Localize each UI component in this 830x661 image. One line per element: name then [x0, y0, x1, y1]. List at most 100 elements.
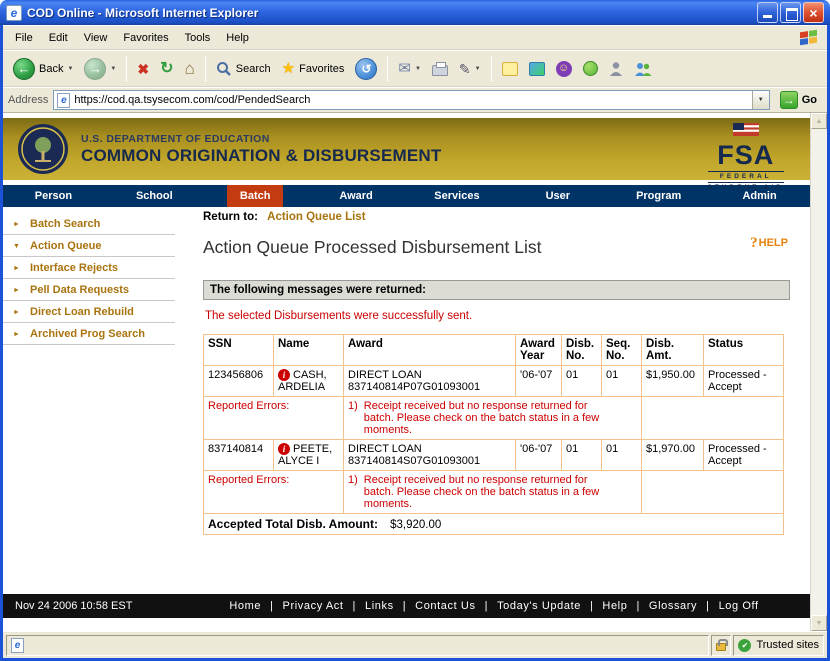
address-dropdown-icon[interactable]: ▼: [752, 91, 769, 109]
action-queue-list-link[interactable]: Action Queue List: [267, 211, 365, 223]
forward-button[interactable]: → ▼: [80, 56, 120, 82]
chevron-right-icon: ►: [13, 331, 22, 338]
return-to-label: Return to:: [203, 211, 258, 223]
maximize-button[interactable]: [780, 2, 801, 23]
error-message-cell: 1) Receipt received but no response retu…: [344, 471, 642, 514]
col-award: Award: [344, 335, 516, 366]
print-button[interactable]: [428, 59, 452, 78]
menu-tools[interactable]: Tools: [177, 28, 219, 48]
footer-link-todays-update[interactable]: Today's Update: [497, 600, 581, 612]
footer-link-glossary[interactable]: Glossary: [649, 600, 697, 612]
col-disb-amt: Disb. Amt.: [642, 335, 704, 366]
address-box[interactable]: e ▼: [53, 90, 769, 110]
cell-seq-no: 01: [602, 440, 642, 471]
sidebar-item-interface-rejects[interactable]: ► Interface Rejects: [3, 257, 175, 279]
total-value: $3,920.00: [390, 519, 441, 531]
nav-tab-services[interactable]: Services: [407, 185, 508, 207]
scroll-down-icon[interactable]: ▼: [811, 615, 827, 631]
nav-tab-award[interactable]: Award: [306, 185, 407, 207]
footer-link-home[interactable]: Home: [229, 600, 261, 612]
person-icon: [609, 61, 623, 77]
people-icon: [634, 61, 652, 77]
favorites-label: Favorites: [299, 63, 344, 75]
chevron-right-icon: ►: [13, 221, 22, 228]
discuss-icon: [502, 62, 518, 76]
minimize-button[interactable]: [757, 2, 778, 23]
menu-favorites[interactable]: Favorites: [115, 28, 176, 48]
contacts-button[interactable]: [630, 59, 656, 79]
menu-edit[interactable]: Edit: [41, 28, 76, 48]
footer-link-privacy-act[interactable]: Privacy Act: [283, 600, 344, 612]
yahoo-messenger-button[interactable]: ☺: [552, 59, 576, 79]
status-bar: e ✔ Trusted sites: [3, 631, 827, 658]
icq-button[interactable]: [579, 59, 602, 78]
sidebar-item-direct-loan-rebuild[interactable]: ► Direct Loan Rebuild: [3, 301, 175, 323]
menu-file[interactable]: File: [7, 28, 41, 48]
security-zone-panel[interactable]: ✔ Trusted sites: [733, 635, 824, 656]
address-label: Address: [8, 94, 48, 106]
nav-tab-user[interactable]: User: [507, 185, 608, 207]
scroll-up-icon[interactable]: ▲: [811, 113, 827, 129]
favorites-star-icon: ★: [282, 61, 295, 76]
search-icon: [216, 61, 232, 77]
sidebar-item-archived-prog-search[interactable]: ► Archived Prog Search: [3, 323, 175, 345]
messenger-button[interactable]: [525, 60, 549, 78]
print-icon: [432, 65, 448, 76]
home-button[interactable]: ⌂: [181, 58, 199, 79]
menu-help[interactable]: Help: [218, 28, 257, 48]
toolbar-separator: [126, 56, 127, 82]
footer-link-help[interactable]: Help: [602, 600, 627, 612]
research-button[interactable]: [605, 59, 627, 79]
forward-dropdown-icon[interactable]: ▼: [110, 66, 116, 72]
dept-education-seal-icon: [17, 123, 69, 175]
history-button[interactable]: ↺: [351, 56, 381, 82]
site-footer: Nov 24 2006 10:58 EST Home | Privacy Act…: [3, 594, 810, 618]
site-banner: U.S. DEPARTMENT OF EDUCATION COMMON ORIG…: [3, 118, 810, 180]
fsa-text: FSA: [708, 142, 784, 169]
sidebar-item-batch-search[interactable]: ► Batch Search: [3, 213, 175, 235]
cell-disb-amt: $1,970.00: [642, 440, 704, 471]
empty-cell: [642, 397, 784, 440]
stop-button[interactable]: ✖: [133, 60, 153, 78]
close-button[interactable]: ×: [803, 2, 824, 23]
stop-icon: ✖: [137, 62, 149, 76]
nav-tab-batch[interactable]: Batch: [205, 185, 306, 207]
sidebar-item-pell-data-requests[interactable]: ► Pell Data Requests: [3, 279, 175, 301]
edit-button[interactable]: ✎ ▼: [455, 60, 485, 78]
go-arrow-icon: →: [780, 91, 798, 109]
nav-tab-person[interactable]: Person: [3, 185, 104, 207]
address-input[interactable]: [70, 92, 751, 108]
page-icon: e: [57, 93, 70, 108]
browser-window: e COD Online - Microsoft Internet Explor…: [0, 0, 830, 661]
nav-tab-school[interactable]: School: [104, 185, 205, 207]
search-button[interactable]: Search: [212, 59, 275, 79]
security-panel[interactable]: [711, 635, 731, 656]
chevron-down-icon: ▼: [13, 243, 22, 250]
footer-link-links[interactable]: Links: [365, 600, 394, 612]
footer-link-contact-us[interactable]: Contact Us: [415, 600, 475, 612]
cell-status: Processed - Accept: [704, 366, 784, 397]
edit-dropdown-icon[interactable]: ▼: [475, 66, 481, 72]
back-dropdown-icon[interactable]: ▼: [67, 66, 73, 72]
window-title: COD Online - Microsoft Internet Explorer: [27, 6, 757, 20]
sidebar-item-label: Interface Rejects: [30, 262, 118, 274]
discuss-button[interactable]: [498, 60, 522, 78]
info-icon[interactable]: i: [278, 369, 290, 381]
mail-button[interactable]: ✉ ▼: [394, 59, 425, 78]
mail-dropdown-icon[interactable]: ▼: [415, 66, 421, 72]
menu-view[interactable]: View: [76, 28, 116, 48]
empty-cell: [642, 471, 784, 514]
info-icon[interactable]: i: [278, 443, 290, 455]
title-bar[interactable]: e COD Online - Microsoft Internet Explor…: [0, 0, 830, 25]
help-button[interactable]: ? HELP: [750, 237, 788, 251]
vertical-scrollbar[interactable]: ▲ ▼: [810, 113, 827, 631]
back-button[interactable]: ← Back ▼: [9, 56, 77, 82]
go-button[interactable]: → Go: [775, 91, 822, 109]
refresh-button[interactable]: ↻: [156, 59, 177, 79]
nav-tab-program[interactable]: Program: [608, 185, 709, 207]
footer-link-log-off[interactable]: Log Off: [719, 600, 759, 612]
cell-award: DIRECT LOAN 837140814S07G01093001: [344, 440, 516, 471]
col-disb-no: Disb. No.: [562, 335, 602, 366]
favorites-button[interactable]: ★ Favorites: [278, 59, 349, 78]
sidebar-item-action-queue[interactable]: ▼ Action Queue: [3, 235, 175, 257]
